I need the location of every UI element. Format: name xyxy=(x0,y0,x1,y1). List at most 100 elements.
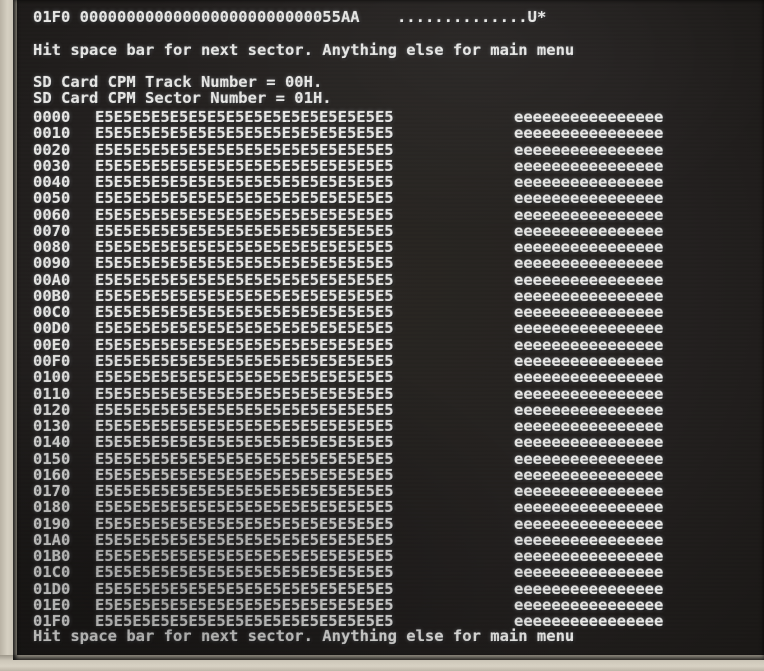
hex-row-bytes: E5E5E5E5E5E5E5E5E5E5E5E5E5E5E5E5 xyxy=(95,449,394,468)
previous-dump-tail-ascii: ..............U* xyxy=(396,8,547,26)
hex-row-address: 0040 xyxy=(33,173,71,192)
hex-dump-row: 0180 E5E5E5E5E5E5E5E5E5E5E5E5E5E5E5E5 eeee… xyxy=(33,498,733,517)
hex-row-ascii: eeeeeeeeeeeeeeee xyxy=(514,335,664,354)
hex-row-address: 0010 xyxy=(33,124,71,143)
hex-row-ascii: eeeeeeeeeeeeeeee xyxy=(514,449,664,468)
previous-dump-tail-row: 01F0 0000000000000000000000000055AA ....… xyxy=(33,9,546,25)
hex-row-address: 00D0 xyxy=(33,319,71,338)
hex-row-bytes: E5E5E5E5E5E5E5E5E5E5E5E5E5E5E5E5 xyxy=(95,189,394,208)
hex-row-bytes: E5E5E5E5E5E5E5E5E5E5E5E5E5E5E5E5 xyxy=(95,530,394,549)
hex-dump-row: 0100 E5E5E5E5E5E5E5E5E5E5E5E5E5E5E5E5 eeee… xyxy=(33,368,733,387)
hex-row-bytes: E5E5E5E5E5E5E5E5E5E5E5E5E5E5E5E5 xyxy=(95,417,394,436)
hex-row-ascii: eeeeeeeeeeeeeeee xyxy=(514,514,664,533)
hex-row-address: 0160 xyxy=(33,465,71,484)
hex-dump-row: 0080 E5E5E5E5E5E5E5E5E5E5E5E5E5E5E5E5 eeee… xyxy=(33,238,733,257)
hex-row-ascii: eeeeeeeeeeeeeeee xyxy=(514,547,664,566)
hex-row-ascii: eeeeeeeeeeeeeeee xyxy=(514,286,664,305)
hex-row-ascii: eeeeeeeeeeeeeeee xyxy=(514,417,664,436)
hex-row-address: 00F0 xyxy=(33,351,71,370)
hex-row-address: 0170 xyxy=(33,482,71,501)
hex-dump-row: 0000 E5E5E5E5E5E5E5E5E5E5E5E5E5E5E5E5 eeee… xyxy=(33,108,733,126)
hex-row-bytes: E5E5E5E5E5E5E5E5E5E5E5E5E5E5E5E5 xyxy=(95,270,394,289)
sector-number-line: SD Card CPM Sector Number = 01H. xyxy=(33,89,332,107)
hex-row-address: 0120 xyxy=(33,400,71,419)
hex-row-bytes: E5E5E5E5E5E5E5E5E5E5E5E5E5E5E5E5 xyxy=(95,547,394,566)
hex-row-bytes: E5E5E5E5E5E5E5E5E5E5E5E5E5E5E5E5 xyxy=(95,563,394,582)
hex-row-ascii: eeeeeeeeeeeeeeee xyxy=(514,270,664,289)
hex-row-ascii: eeeeeeeeeeeeeeee xyxy=(514,108,664,126)
hex-dump-row: 00D0 E5E5E5E5E5E5E5E5E5E5E5E5E5E5E5E5 eeee… xyxy=(33,319,733,338)
hex-row-bytes: E5E5E5E5E5E5E5E5E5E5E5E5E5E5E5E5 xyxy=(95,254,394,273)
hex-row-address: 01B0 xyxy=(33,547,71,566)
hex-dump-row: 0050 E5E5E5E5E5E5E5E5E5E5E5E5E5E5E5E5 eeee… xyxy=(33,189,733,208)
hex-dump-row: 0020 E5E5E5E5E5E5E5E5E5E5E5E5E5E5E5E5 eeee… xyxy=(33,140,733,159)
hex-dump-row: 0070 E5E5E5E5E5E5E5E5E5E5E5E5E5E5E5E5 eeee… xyxy=(33,221,733,240)
hex-dump-row: 0110 E5E5E5E5E5E5E5E5E5E5E5E5E5E5E5E5 eeee… xyxy=(33,384,733,403)
hex-row-address: 01D0 xyxy=(33,579,71,598)
hex-row-address: 0030 xyxy=(33,156,71,175)
hex-row-bytes: E5E5E5E5E5E5E5E5E5E5E5E5E5E5E5E5 xyxy=(95,433,394,452)
hex-row-ascii: eeeeeeeeeeeeeeee xyxy=(514,498,664,517)
hex-row-ascii: eeeeeeeeeeeeeeee xyxy=(514,384,664,403)
hex-row-bytes: E5E5E5E5E5E5E5E5E5E5E5E5E5E5E5E5 xyxy=(95,124,394,143)
hex-row-ascii: eeeeeeeeeeeeeeee xyxy=(514,400,664,419)
hex-row-bytes: E5E5E5E5E5E5E5E5E5E5E5E5E5E5E5E5 xyxy=(95,205,394,224)
hex-dump-row: 0060 E5E5E5E5E5E5E5E5E5E5E5E5E5E5E5E5 eeee… xyxy=(33,205,733,224)
hex-row-address: 0130 xyxy=(33,417,71,436)
hex-row-address: 0180 xyxy=(33,498,71,517)
hex-row-ascii: eeeeeeeeeeeeeeee xyxy=(514,563,664,582)
hex-dump-row: 0030 E5E5E5E5E5E5E5E5E5E5E5E5E5E5E5E5 eeee… xyxy=(33,156,733,175)
hex-row-bytes: E5E5E5E5E5E5E5E5E5E5E5E5E5E5E5E5 xyxy=(95,514,394,533)
hex-dump-row: 00E0 E5E5E5E5E5E5E5E5E5E5E5E5E5E5E5E5 eeee… xyxy=(33,335,733,354)
hex-dump-row: 0090 E5E5E5E5E5E5E5E5E5E5E5E5E5E5E5E5 eeee… xyxy=(33,254,733,273)
hex-row-ascii: eeeeeeeeeeeeeeee xyxy=(514,368,664,387)
hex-row-address: 0070 xyxy=(33,221,71,240)
hex-dump-row: 0150 E5E5E5E5E5E5E5E5E5E5E5E5E5E5E5E5 eeee… xyxy=(33,449,733,468)
terminal-output: 01F0 0000000000000000000000000055AA ....… xyxy=(17,0,764,655)
hex-row-ascii: eeeeeeeeeeeeeeee xyxy=(514,433,664,452)
hex-dump-row: 0130 E5E5E5E5E5E5E5E5E5E5E5E5E5E5E5E5 eeee… xyxy=(33,417,733,436)
hex-dump-row: 01B0 E5E5E5E5E5E5E5E5E5E5E5E5E5E5E5E5 eeee… xyxy=(33,547,733,566)
hex-row-address: 0090 xyxy=(33,254,71,273)
hex-row-ascii: eeeeeeeeeeeeeeee xyxy=(514,465,664,484)
hex-row-bytes: E5E5E5E5E5E5E5E5E5E5E5E5E5E5E5E5 xyxy=(95,156,394,175)
hex-row-address: 01E0 xyxy=(33,595,71,614)
hex-row-address: 0150 xyxy=(33,449,71,468)
hex-dump-row: 0120 E5E5E5E5E5E5E5E5E5E5E5E5E5E5E5E5 eeee… xyxy=(33,400,733,419)
hex-row-address: 0020 xyxy=(33,140,71,159)
hex-row-address: 0000 xyxy=(33,108,71,126)
previous-dump-tail-spacer xyxy=(70,8,79,26)
hex-row-ascii: eeeeeeeeeeeeeeee xyxy=(514,156,664,175)
hex-row-bytes: E5E5E5E5E5E5E5E5E5E5E5E5E5E5E5E5 xyxy=(95,286,394,305)
hex-row-bytes: E5E5E5E5E5E5E5E5E5E5E5E5E5E5E5E5 xyxy=(95,579,394,598)
hex-dump-row: 01E0 E5E5E5E5E5E5E5E5E5E5E5E5E5E5E5E5 eeee… xyxy=(33,595,733,614)
hex-row-ascii: eeeeeeeeeeeeeeee xyxy=(514,579,664,598)
hex-row-ascii: eeeeeeeeeeeeeeee xyxy=(514,140,664,159)
hex-row-ascii: eeeeeeeeeeeeeeee xyxy=(514,530,664,549)
hex-row-bytes: E5E5E5E5E5E5E5E5E5E5E5E5E5E5E5E5 xyxy=(95,384,394,403)
prompt-top-text: Hit space bar for next sector. Anything … xyxy=(33,41,575,59)
hex-row-ascii: eeeeeeeeeeeeeeee xyxy=(514,221,664,240)
hex-row-ascii: eeeeeeeeeeeeeeee xyxy=(514,124,664,143)
hex-dump-row: 01D0 E5E5E5E5E5E5E5E5E5E5E5E5E5E5E5E5 eeee… xyxy=(33,579,733,598)
hex-row-bytes: E5E5E5E5E5E5E5E5E5E5E5E5E5E5E5E5 xyxy=(95,465,394,484)
hex-row-address: 0110 xyxy=(33,384,71,403)
hex-row-ascii: eeeeeeeeeeeeeeee xyxy=(514,482,664,501)
hex-dump-row: 0160 E5E5E5E5E5E5E5E5E5E5E5E5E5E5E5E5 eeee… xyxy=(33,465,733,484)
bezel-left-edge xyxy=(0,0,17,671)
hex-row-ascii: eeeeeeeeeeeeeeee xyxy=(514,351,664,370)
hex-dump-row: 0170 E5E5E5E5E5E5E5E5E5E5E5E5E5E5E5E5 eeee… xyxy=(33,482,733,501)
hex-dump-row: 0010 E5E5E5E5E5E5E5E5E5E5E5E5E5E5E5E5 eeee… xyxy=(33,124,733,143)
hex-row-bytes: E5E5E5E5E5E5E5E5E5E5E5E5E5E5E5E5 xyxy=(95,221,394,240)
hex-row-address: 0060 xyxy=(33,205,71,224)
hex-dump-table: 0000 E5E5E5E5E5E5E5E5E5E5E5E5E5E5E5E5 eeee… xyxy=(33,109,733,630)
hex-row-bytes: E5E5E5E5E5E5E5E5E5E5E5E5E5E5E5E5 xyxy=(95,108,394,126)
hex-row-bytes: E5E5E5E5E5E5E5E5E5E5E5E5E5E5E5E5 xyxy=(95,140,394,159)
hex-row-bytes: E5E5E5E5E5E5E5E5E5E5E5E5E5E5E5E5 xyxy=(95,173,394,192)
track-number-line: SD Card CPM Track Number = 00H. xyxy=(33,73,323,91)
hex-row-address: 0140 xyxy=(33,433,71,452)
hex-row-bytes: E5E5E5E5E5E5E5E5E5E5E5E5E5E5E5E5 xyxy=(95,238,394,257)
hex-dump-row: 00A0 E5E5E5E5E5E5E5E5E5E5E5E5E5E5E5E5 eeee… xyxy=(33,270,733,289)
hex-row-ascii: eeeeeeeeeeeeeeee xyxy=(514,238,664,257)
hex-row-address: 00E0 xyxy=(33,335,71,354)
